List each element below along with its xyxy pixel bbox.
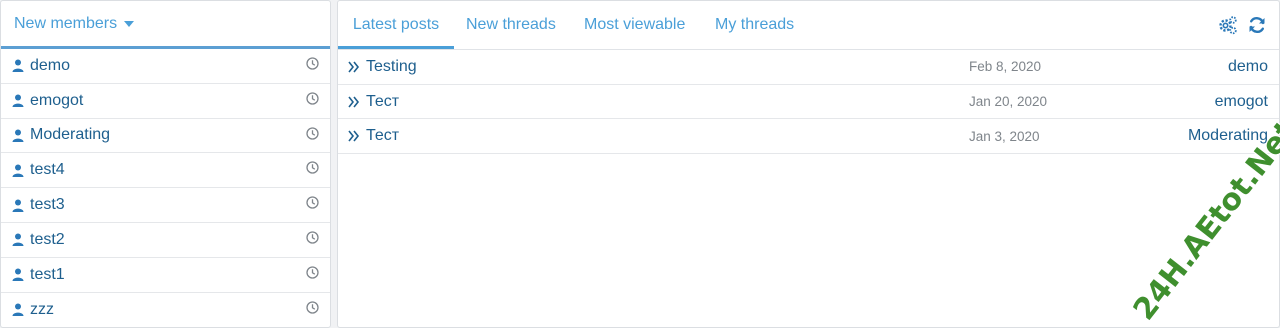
posts-panel: Latest posts New threads Most viewable M… [337, 0, 1280, 328]
user-icon [12, 129, 24, 142]
member-row: demo [1, 49, 330, 84]
double-chevron-right-icon [348, 61, 360, 73]
member-row: test1 [1, 258, 330, 293]
user-icon [12, 233, 24, 247]
member-row: test3 [1, 188, 330, 223]
post-author[interactable]: Moderating [1188, 127, 1268, 145]
panel-tools [1218, 15, 1267, 35]
member-name[interactable]: demo [30, 57, 70, 75]
thread-title[interactable]: Testing [366, 58, 417, 76]
tabs-bar: Latest posts New threads Most viewable M… [338, 1, 1279, 50]
member-row: zzz [1, 293, 330, 327]
new-members-header[interactable]: New members [1, 1, 330, 49]
member-name[interactable]: test4 [30, 161, 65, 179]
clock-icon [306, 231, 319, 244]
chevron-down-icon[interactable] [124, 20, 135, 27]
user-icon [12, 94, 24, 108]
post-author[interactable]: demo [1228, 58, 1268, 76]
settings-gears-icon[interactable] [1218, 15, 1238, 35]
member-name[interactable]: test3 [30, 196, 65, 214]
user-icon [12, 303, 24, 317]
clock-icon [306, 92, 319, 105]
tab-new-threads[interactable]: New threads [466, 1, 556, 49]
clock-icon [306, 196, 319, 209]
clock-icon [306, 266, 319, 279]
member-name[interactable]: Moderating [30, 126, 110, 144]
user-icon [12, 164, 24, 177]
post-row: Тест Jan 3, 2020 Moderating [338, 119, 1279, 155]
tab-latest-posts[interactable]: Latest posts [338, 1, 454, 49]
new-members-title[interactable]: New members [14, 15, 117, 33]
member-name[interactable]: zzz [30, 301, 54, 319]
user-icon [12, 59, 24, 73]
post-row: Testing Feb 8, 2020 demo [338, 50, 1279, 85]
member-row: test2 [1, 223, 330, 258]
clock-icon [306, 300, 319, 314]
post-date: Jan 20, 2020 [969, 94, 1048, 110]
user-icon [12, 199, 24, 212]
post-author[interactable]: emogot [1215, 93, 1268, 111]
post-date: Jan 3, 2020 [969, 128, 1040, 144]
member-row: test4 [1, 153, 330, 189]
user-icon [12, 268, 24, 282]
member-name[interactable]: test1 [30, 266, 65, 284]
thread-title[interactable]: Тест [366, 93, 399, 111]
tab-most-viewable[interactable]: Most viewable [584, 1, 685, 49]
clock-icon [306, 126, 319, 140]
clock-icon [306, 161, 319, 175]
double-chevron-right-icon [348, 96, 360, 108]
tab-my-threads[interactable]: My threads [715, 1, 794, 49]
member-list: demo emogot Moderating test4 test3 test2 [1, 49, 330, 327]
member-name[interactable]: test2 [30, 231, 65, 249]
member-row: Moderating [1, 119, 330, 154]
post-list: Testing Feb 8, 2020 demo Тест Jan 20, 20… [338, 50, 1279, 155]
thread-title[interactable]: Тест [366, 127, 399, 145]
new-members-panel: New members demo emogot Moderating test4… [0, 0, 331, 328]
refresh-icon[interactable] [1247, 15, 1267, 35]
member-row: emogot [1, 84, 330, 119]
clock-icon [306, 57, 319, 70]
post-row: Тест Jan 20, 2020 emogot [338, 85, 1279, 120]
member-name[interactable]: emogot [30, 92, 83, 110]
post-date: Feb 8, 2020 [969, 59, 1042, 75]
double-chevron-right-icon [348, 130, 360, 142]
